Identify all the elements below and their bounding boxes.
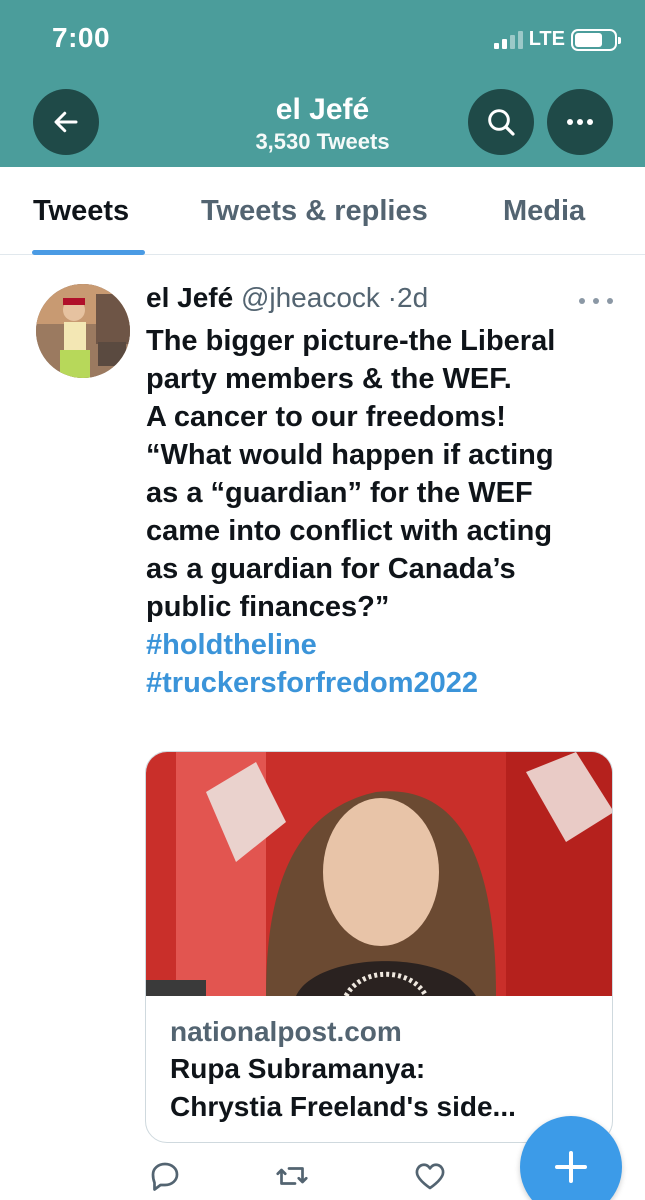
like-icon bbox=[415, 1163, 445, 1190]
link-card-body: nationalpost.com Rupa Subramanya: Chryst… bbox=[170, 1014, 590, 1126]
compose-plus-icon bbox=[555, 1151, 587, 1183]
link-card-domain: nationalpost.com bbox=[170, 1016, 402, 1047]
tweet-author-name[interactable]: el Jefé bbox=[146, 282, 233, 313]
tweet-text-line: “What would happen if acting bbox=[146, 439, 554, 471]
tab-media[interactable]: Media bbox=[503, 195, 585, 228]
tab-tweets[interactable]: Tweets bbox=[33, 195, 129, 228]
tweet-text-line: as a guardian for Canada’s bbox=[146, 553, 516, 585]
tweet-text-line: public finances?” bbox=[146, 591, 390, 623]
tweet-handle[interactable]: @jheacock bbox=[241, 282, 380, 313]
link-card-title: Rupa Subramanya: bbox=[170, 1053, 426, 1084]
tweet-text-line: came into conflict with acting bbox=[146, 515, 553, 547]
reply-button[interactable] bbox=[147, 1158, 183, 1194]
status-time: 7:00 bbox=[52, 22, 111, 53]
tweet-count: 3,530 Tweets bbox=[255, 129, 390, 154]
status-indicators: LTE bbox=[493, 28, 621, 51]
search-button[interactable] bbox=[468, 89, 534, 155]
link-card[interactable]: nationalpost.com Rupa Subramanya: Chryst… bbox=[145, 751, 613, 1143]
hashtag-link[interactable]: #holdtheline bbox=[146, 626, 616, 664]
tweet-separator: · bbox=[387, 282, 397, 313]
tweet-text-line: as a “guardian” for the WEF bbox=[146, 477, 533, 509]
tweet-text-line: A cancer to our freedoms! bbox=[146, 401, 506, 433]
profile-header: 7:00 LTE el Jefé 3,530 Tweets bbox=[0, 0, 645, 167]
avatar[interactable] bbox=[36, 284, 130, 378]
back-button[interactable] bbox=[33, 89, 99, 155]
link-card-title: Chrystia Freeland's side... bbox=[170, 1091, 516, 1122]
search-icon bbox=[488, 109, 515, 136]
network-label: LTE bbox=[528, 28, 565, 50]
retweet-button[interactable] bbox=[274, 1158, 310, 1194]
signal-icon bbox=[493, 30, 523, 49]
retweet-icon bbox=[276, 1167, 308, 1185]
hashtag-link[interactable]: #truckersforfredom2022 bbox=[146, 664, 616, 702]
profile-name: el Jefé bbox=[275, 93, 370, 126]
tweet-more-icon[interactable] bbox=[576, 282, 616, 313]
tweet-time: 2d bbox=[397, 282, 429, 313]
active-tab-indicator bbox=[32, 250, 145, 255]
reply-icon bbox=[151, 1162, 179, 1191]
tab-tweets-and-replies[interactable]: Tweets & replies bbox=[201, 195, 428, 228]
tweet-text-line: The bigger picture-the Liberal bbox=[146, 325, 556, 357]
more-button[interactable] bbox=[547, 89, 613, 155]
profile-tabs: Tweets Tweets & replies Media bbox=[0, 167, 645, 255]
tweet-text: The bigger picture-the Liberal party mem… bbox=[146, 322, 616, 702]
back-arrow-icon bbox=[54, 111, 78, 133]
tweet-header: el Jefé @jheacock ·2d bbox=[146, 280, 428, 316]
battery-icon bbox=[571, 28, 621, 51]
tweet-text-line: party members & the WEF. bbox=[146, 363, 512, 395]
profile-title: el Jefé 3,530 Tweets bbox=[160, 92, 485, 156]
like-button[interactable] bbox=[412, 1158, 448, 1194]
more-icon bbox=[567, 119, 593, 125]
link-card-image bbox=[146, 752, 612, 996]
